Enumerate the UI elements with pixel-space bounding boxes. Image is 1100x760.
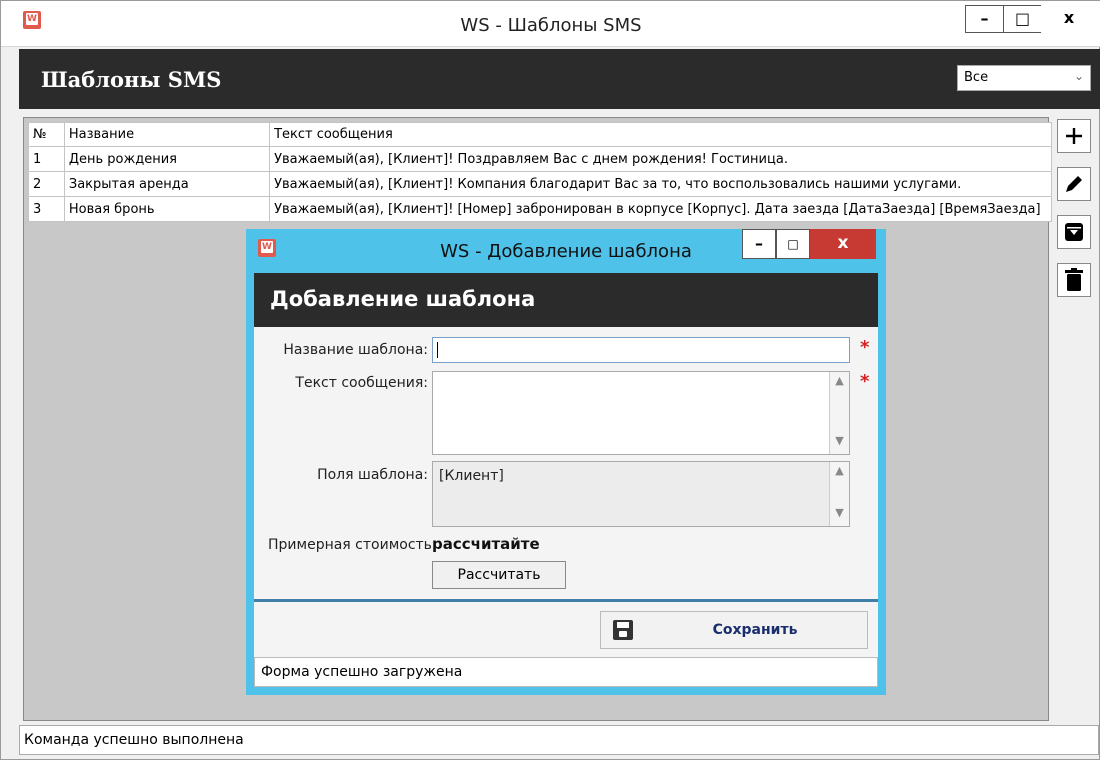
dialog-header-title: Добавление шаблона — [270, 287, 536, 311]
trash-icon — [1065, 268, 1083, 291]
scrollbar[interactable]: ▲ ▼ — [829, 372, 849, 454]
cell-name: День рождения — [63, 146, 271, 172]
scrollbar[interactable]: ▲ ▼ — [829, 462, 849, 526]
required-mark: * — [860, 371, 870, 392]
dialog-header: Добавление шаблона — [254, 273, 878, 327]
scroll-down-icon[interactable]: ▼ — [830, 506, 849, 524]
calculate-button[interactable]: Рассчитать — [432, 561, 566, 589]
main-titlebar: W WS - Шаблоны SMS – □ x — [1, 1, 1100, 47]
minimize-button[interactable]: – — [965, 5, 1003, 33]
text-caret — [437, 342, 438, 358]
scroll-up-icon[interactable]: ▲ — [830, 464, 849, 482]
save-button[interactable]: Сохранить — [600, 611, 868, 649]
cell-text: Уважаемый(ая), [Клиент]! Поздравляем Вас… — [269, 146, 1052, 172]
column-header-text[interactable]: Текст сообщения — [269, 122, 1052, 147]
table-header-row: № Название Текст сообщения — [28, 122, 1052, 147]
save-button-label: Сохранить — [712, 622, 798, 638]
scroll-down-icon[interactable]: ▼ — [830, 434, 849, 452]
chevron-down-icon: ⌄ — [1073, 69, 1084, 83]
required-mark: * — [860, 337, 870, 358]
name-label: Название шаблона: — [283, 342, 428, 358]
filter-selected-value: Все — [964, 70, 989, 85]
table-row[interactable]: 3 Новая бронь Уважаемый(ая), [Клиент]! [… — [28, 196, 1052, 222]
template-fields-label: Поля шаблона: — [317, 467, 428, 483]
cell-text: Уважаемый(ая), [Клиент]! [Номер] заброни… — [269, 196, 1052, 222]
main-window: W WS - Шаблоны SMS – □ x Шаблоны SMS Все… — [0, 0, 1100, 760]
add-button[interactable] — [1057, 119, 1091, 153]
column-header-name[interactable]: Название — [63, 122, 271, 147]
cell-number: 2 — [28, 171, 65, 197]
add-template-dialog: W WS - Добавление шаблона – □ x Добавлен… — [246, 229, 886, 695]
delete-button[interactable] — [1057, 263, 1091, 297]
template-fields-area[interactable]: [Клиент] ▲ ▼ — [432, 461, 850, 527]
cell-number: 1 — [28, 146, 65, 172]
text-label: Текст сообщения: — [295, 375, 428, 391]
table-row[interactable]: 2 Закрытая аренда Уважаемый(ая), [Клиент… — [28, 171, 1052, 197]
cell-name: Закрытая аренда — [63, 171, 271, 197]
cell-number: 3 — [28, 196, 65, 222]
cell-text: Уважаемый(ая), [Клиент]! Компания благод… — [269, 171, 1052, 197]
window-title: WS - Шаблоны SMS — [460, 15, 642, 36]
cost-label: Примерная стоимость: — [268, 537, 437, 553]
main-status-bar: Команда успешно выполнена — [19, 725, 1099, 755]
dialog-titlebar: W WS - Добавление шаблона – □ x — [246, 229, 886, 273]
table-row[interactable]: 1 День рождения Уважаемый(ая), [Клиент]!… — [28, 146, 1052, 172]
dialog-status-bar: Форма успешно загружена — [254, 657, 878, 687]
archive-icon — [1065, 223, 1083, 241]
divider — [254, 599, 878, 602]
filter-select[interactable]: Все ⌄ — [957, 65, 1091, 91]
page-header: Шаблоны SMS Все ⌄ — [19, 49, 1100, 109]
template-fields-value: [Клиент] — [439, 468, 504, 484]
column-header-number[interactable]: № — [28, 122, 65, 147]
dialog-minimize-button[interactable]: – — [742, 229, 776, 259]
page-title: Шаблоны SMS — [41, 67, 222, 92]
dialog-maximize-button[interactable]: □ — [776, 229, 810, 259]
dialog-close-button[interactable]: x — [810, 229, 876, 259]
maximize-button[interactable]: □ — [1003, 5, 1041, 33]
archive-button[interactable] — [1057, 215, 1091, 249]
cost-value: рассчитайте — [432, 535, 540, 553]
scroll-up-icon[interactable]: ▲ — [830, 374, 849, 392]
pencil-icon — [1066, 176, 1082, 192]
template-name-input[interactable] — [432, 337, 850, 363]
edit-button[interactable] — [1057, 167, 1091, 201]
cell-name: Новая бронь — [63, 196, 271, 222]
close-button[interactable]: x — [1041, 5, 1097, 33]
plus-icon — [1066, 128, 1082, 144]
message-text-area[interactable]: ▲ ▼ — [432, 371, 850, 455]
templates-table: № Название Текст сообщения 1 День рожден… — [28, 122, 1052, 222]
